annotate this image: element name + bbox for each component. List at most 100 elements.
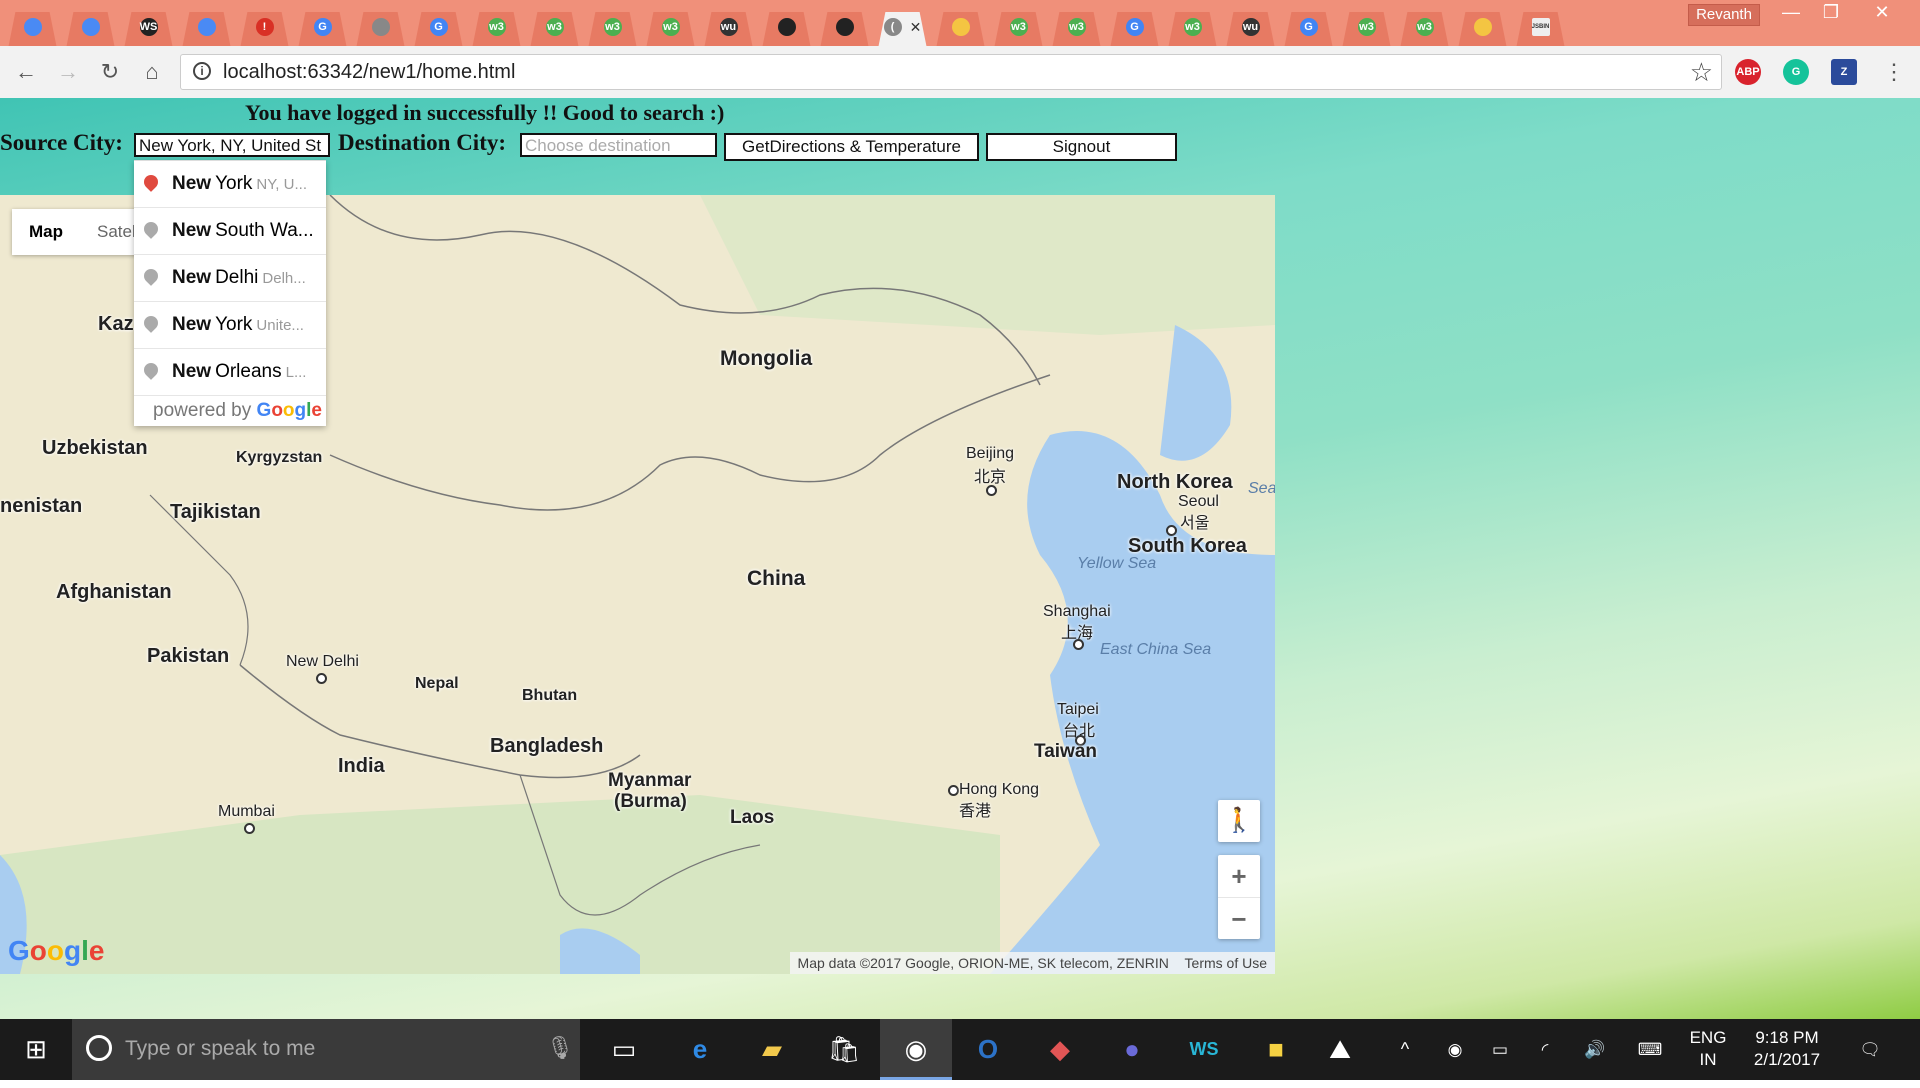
- bookmark-star-icon[interactable]: ☆: [1690, 57, 1713, 88]
- map-label: Bhutan: [522, 687, 578, 704]
- home-icon[interactable]: ⌂: [138, 58, 166, 86]
- map-label: 香港: [959, 803, 992, 820]
- browser-tab[interactable]: w3: [526, 8, 583, 46]
- map-label: Sea: [1248, 480, 1275, 497]
- browser-tab[interactable]: w3: [1338, 8, 1395, 46]
- place-secondary: NY, U...: [256, 175, 307, 193]
- bulb-icon: [951, 18, 970, 36]
- keyboard-icon[interactable]: ⌨: [1632, 1019, 1668, 1080]
- browser-tab[interactable]: [62, 8, 119, 46]
- browser-tab[interactable]: !: [236, 8, 293, 46]
- autocomplete-item[interactable]: New York Unite...: [134, 302, 326, 349]
- browser-tab[interactable]: [932, 8, 989, 46]
- zotero-icon[interactable]: Z: [1831, 59, 1857, 85]
- search-input[interactable]: Type or speak to me: [125, 1037, 315, 1061]
- browser-tab[interactable]: [4, 8, 61, 46]
- webstorm-taskbar-icon[interactable]: WS: [1168, 1019, 1240, 1080]
- task-view-icon[interactable]: ▭: [588, 1019, 660, 1080]
- profile-button[interactable]: Revanth: [1688, 4, 1760, 26]
- language-indicator[interactable]: ENG IN: [1688, 1019, 1728, 1088]
- notifications-icon[interactable]: 🗨: [1850, 1019, 1890, 1080]
- wifi-icon[interactable]: ◜: [1530, 1019, 1560, 1080]
- browser-tab[interactable]: G: [1280, 8, 1337, 46]
- menu-icon[interactable]: ⋮: [1880, 58, 1908, 86]
- map-attribution: Map data ©2017 Google, ORION-ME, SK tele…: [789, 952, 1275, 974]
- map-label: Yellow Sea: [1077, 555, 1157, 572]
- autocomplete-item[interactable]: New Orleans L...: [134, 349, 326, 396]
- source-city-input[interactable]: New York, NY, United St: [134, 133, 330, 157]
- browser-tab[interactable]: (✕: [874, 8, 931, 46]
- record-icon[interactable]: ◉: [1440, 1019, 1470, 1080]
- region-code: IN: [1699, 1050, 1717, 1069]
- battery-icon[interactable]: ▭: [1485, 1019, 1515, 1080]
- browser-tab[interactable]: w3: [1396, 8, 1453, 46]
- info-icon[interactable]: i: [193, 62, 211, 80]
- autocomplete-item[interactable]: New York NY, U...: [134, 161, 326, 208]
- browser-tab[interactable]: w3: [584, 8, 641, 46]
- restore-icon[interactable]: ❐: [1815, 2, 1847, 24]
- browser-tab[interactable]: wu: [1222, 8, 1279, 46]
- show-hidden-icons-icon[interactable]: ^: [1390, 1019, 1420, 1080]
- edge-icon[interactable]: e: [664, 1019, 736, 1080]
- get-directions-button[interactable]: GetDirections & Temperature: [724, 133, 979, 161]
- url-text[interactable]: localhost:63342/new1/home.html: [223, 61, 515, 84]
- photos-icon[interactable]: ⛰: [1304, 1019, 1376, 1080]
- google-brand: Google: [256, 400, 322, 421]
- browser-tab[interactable]: [178, 8, 235, 46]
- zoom-out-button[interactable]: −: [1218, 898, 1260, 940]
- browser-tab[interactable]: w3: [1048, 8, 1105, 46]
- cortana-search[interactable]: Type or speak to me 🎙: [72, 1019, 580, 1080]
- terms-link[interactable]: Terms of Use: [1185, 955, 1267, 971]
- sticky-notes-icon[interactable]: ■: [1240, 1019, 1312, 1080]
- store-icon[interactable]: 🛍: [808, 1019, 880, 1080]
- grammarly-icon[interactable]: G: [1783, 59, 1809, 85]
- file-explorer-icon[interactable]: ▰: [736, 1019, 808, 1080]
- street-view-pegman-icon[interactable]: 🚶: [1218, 800, 1260, 842]
- browser-tab[interactable]: WS: [120, 8, 177, 46]
- volume-icon[interactable]: 🔊: [1580, 1019, 1610, 1080]
- browser-tab[interactable]: G: [410, 8, 467, 46]
- wu-icon: wu: [719, 18, 738, 36]
- close-window-icon[interactable]: ✕: [1865, 2, 1899, 24]
- browser-tab[interactable]: w3: [642, 8, 699, 46]
- match-text: New: [172, 361, 212, 382]
- w3schools-icon: w3: [661, 18, 680, 36]
- close-tab-icon[interactable]: ✕: [910, 19, 922, 36]
- app-icon[interactable]: ◆: [1024, 1019, 1096, 1080]
- zoom-in-button[interactable]: +: [1218, 855, 1260, 898]
- browser-tab[interactable]: G: [1106, 8, 1163, 46]
- chrome-taskbar-icon[interactable]: ◉: [880, 1019, 952, 1080]
- map-label: East China Sea: [1100, 641, 1212, 658]
- reload-icon[interactable]: ↻: [96, 58, 124, 86]
- browser-tab[interactable]: w3: [990, 8, 1047, 46]
- autocomplete-item[interactable]: New Delhi Delh...: [134, 255, 326, 302]
- browser-tab[interactable]: w3: [1164, 8, 1221, 46]
- browser-tab[interactable]: [816, 8, 873, 46]
- destination-city-input[interactable]: Choose destination: [520, 133, 717, 157]
- google-logo[interactable]: Google: [8, 935, 104, 967]
- address-bar[interactable]: i localhost:63342/new1/home.html ☆: [180, 54, 1722, 90]
- browser-tab[interactable]: w3: [468, 8, 525, 46]
- minimize-icon[interactable]: —: [1775, 2, 1807, 24]
- adblock-plus-icon[interactable]: ABP: [1735, 59, 1761, 85]
- map-label: 北京: [974, 469, 1007, 486]
- browser-tab[interactable]: wu: [700, 8, 757, 46]
- alert-icon: !: [255, 18, 274, 36]
- outlook-icon[interactable]: O: [952, 1019, 1024, 1080]
- signout-button[interactable]: Signout: [986, 133, 1177, 161]
- match-text: New: [172, 267, 212, 288]
- microphone-icon[interactable]: 🎙: [546, 1035, 574, 1061]
- browser-tab[interactable]: [1454, 8, 1511, 46]
- browser-tab[interactable]: G: [294, 8, 351, 46]
- autocomplete-item[interactable]: New South Wa...: [134, 208, 326, 255]
- browser-tab[interactable]: JSBIN: [1512, 8, 1569, 46]
- windows-start-icon[interactable]: ⊞: [0, 1019, 72, 1080]
- google-icon: G: [313, 18, 332, 36]
- browser-tab[interactable]: [352, 8, 409, 46]
- forward-icon[interactable]: →: [54, 58, 82, 86]
- map-type-map[interactable]: Map: [12, 209, 80, 255]
- back-icon[interactable]: ←: [12, 58, 40, 86]
- eclipse-icon[interactable]: ●: [1096, 1019, 1168, 1080]
- browser-tab[interactable]: [758, 8, 815, 46]
- clock[interactable]: 9:18 PM 2/1/2017: [1740, 1019, 1834, 1088]
